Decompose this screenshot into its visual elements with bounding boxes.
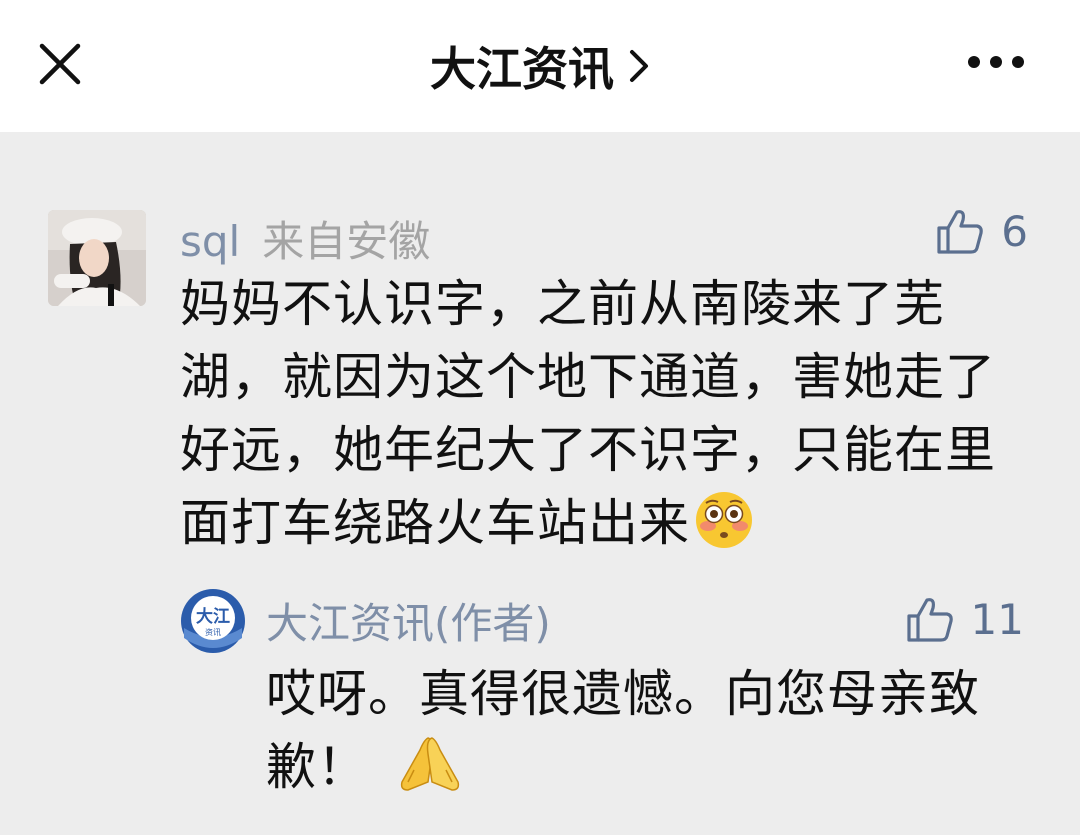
folded-hands-emoji — [398, 734, 462, 814]
dajiang-logo[interactable]: 大江 资讯 — [180, 588, 246, 654]
logo-text-main: 大江 — [196, 606, 230, 627]
comment-username[interactable]: sql — [180, 217, 240, 266]
comment-text-block: 妈妈不认识字，之前从南陵来了芜湖，就因为这个地下通道，害她走了好远，她年纪大了不… — [180, 268, 1020, 570]
reply-text: 哎呀。真得很遗憾。向您母亲致歉！ — [266, 665, 980, 796]
user-avatar[interactable] — [48, 210, 146, 306]
top-bar: 大江资讯 — [0, 0, 1080, 132]
page-title: 大江资讯 — [430, 42, 614, 96]
reply-like-count: 11 — [970, 594, 1024, 644]
logo-text-sub: 资讯 — [205, 627, 221, 637]
close-icon — [39, 43, 81, 85]
more-button[interactable] — [966, 50, 1026, 74]
reply-text-block: 哎呀。真得很遗憾。向您母亲致歉！ — [266, 658, 1046, 814]
comment-like-count: 6 — [1001, 206, 1028, 256]
comment-text: 妈妈不认识字，之前从南陵来了芜湖，就因为这个地下通道，害她走了好远，她年纪大了不… — [180, 275, 996, 552]
thumbs-up-icon — [906, 598, 953, 642]
more-horizontal-icon — [968, 56, 1024, 68]
close-button[interactable] — [36, 40, 84, 88]
chevron-right-icon — [630, 50, 648, 82]
reply-author[interactable]: 大江资讯(作者) — [266, 590, 551, 651]
reply-header: 大江资讯(作者) — [266, 592, 551, 648]
thumbs-up-icon — [937, 210, 984, 254]
comment-like-button[interactable]: 6 — [935, 206, 1028, 256]
reply-like-button[interactable]: 11 — [905, 594, 1024, 644]
flushed-face-emoji — [694, 490, 754, 570]
comment-header: sql 来自安徽 — [180, 208, 430, 266]
comment-location: 来自安徽 — [262, 217, 431, 266]
account-title-button[interactable]: 大江资讯 — [430, 33, 650, 99]
